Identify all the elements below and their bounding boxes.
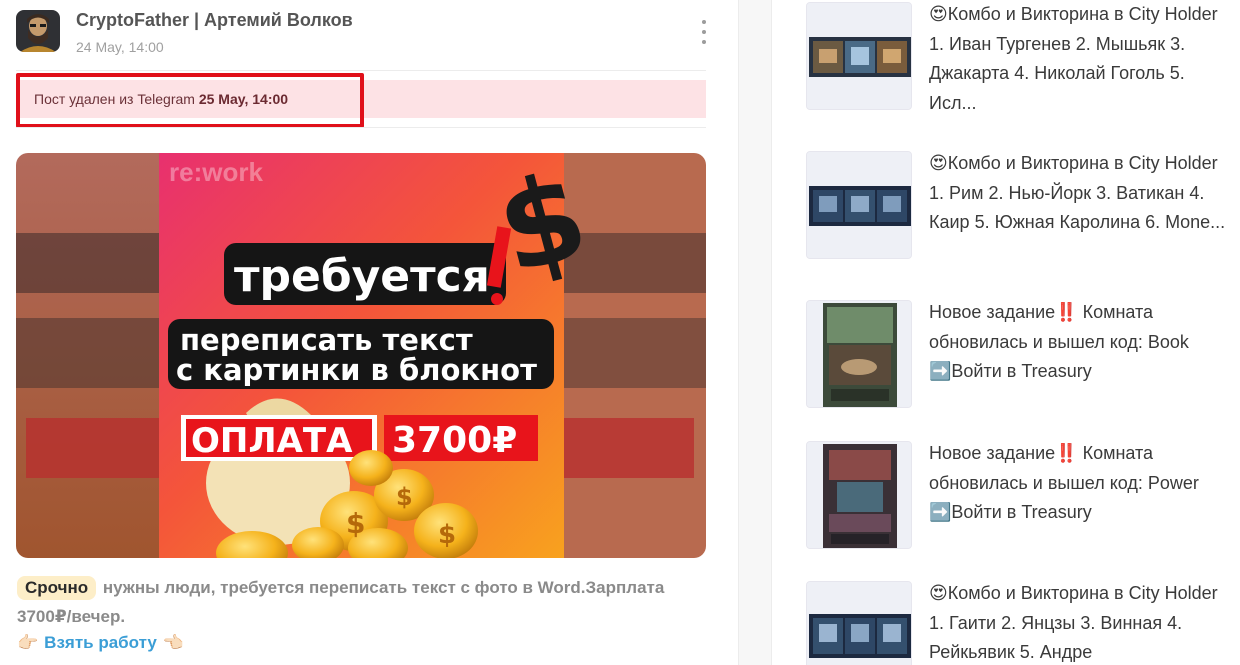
feed-item-text[interactable]: Новое задание‼️ Комната обновилась и выш… xyxy=(929,298,1229,387)
feed-item[interactable]: 😍Комбо и Викторина в City Holder 1. Рим … xyxy=(806,151,1240,261)
feed-item-thumbnail[interactable] xyxy=(806,151,912,259)
banner-pay-label: ОПЛАТА xyxy=(191,421,353,461)
feed-item-text[interactable]: 😍Комбо и Викторина в City Holder 1. Гаит… xyxy=(929,579,1229,665)
pointing-right-icon: 👉🏻 xyxy=(17,633,39,652)
urgent-tag: Срочно xyxy=(17,576,97,600)
post-body: Срочно нужны люди, требуется переписать … xyxy=(17,573,707,631)
column-separator xyxy=(738,0,772,665)
deleted-notice-text: Пост удален из Telegram 25 May, 14:00 xyxy=(34,91,288,107)
svg-text:$: $ xyxy=(346,507,365,540)
svg-text:$: $ xyxy=(396,483,413,511)
deleted-notice-prefix: Пост удален из Telegram xyxy=(34,91,199,107)
deleted-notice-date: 25 May, 14:00 xyxy=(198,91,289,107)
divider xyxy=(16,70,706,71)
banner-headline: требуется xyxy=(234,251,490,302)
banner-subline-2: с картинки в блокнот xyxy=(176,353,537,387)
banner-pay-amount: 3700₽ xyxy=(392,420,517,461)
feed-item[interactable]: Новое задание‼️ Комната обновилась и выш… xyxy=(806,441,1240,551)
more-options-icon[interactable] xyxy=(694,20,714,44)
post-card: CryptoFather | Артемий Волков 24 May, 14… xyxy=(0,0,740,665)
feed-item[interactable]: Новое задание‼️ Комната обновилась и выш… xyxy=(806,300,1240,410)
take-job-link[interactable]: Взять работу xyxy=(38,633,163,652)
feed-item[interactable]: 😍Комбо и Викторина в City Holder 1. Иван… xyxy=(806,2,1240,113)
svg-text:$: $ xyxy=(438,520,456,550)
post-timestamp: 24 May, 14:00 xyxy=(76,39,164,55)
banner-subline-1: переписать текст xyxy=(180,323,473,357)
feed-item-thumbnail[interactable] xyxy=(806,2,912,110)
related-posts-feed: 😍Комбо и Викторина в City Holder 1. Иван… xyxy=(772,0,1240,665)
feed-item-text[interactable]: Новое задание‼️ Комната обновилась и выш… xyxy=(929,439,1229,528)
author-name[interactable]: CryptoFather | Артемий Волков xyxy=(76,10,353,31)
feed-item[interactable]: 😍Комбо и Викторина в City Holder 1. Гаит… xyxy=(806,581,1240,665)
brand-watermark: re:work xyxy=(169,157,263,187)
divider xyxy=(16,127,706,128)
author-avatar[interactable] xyxy=(16,10,60,52)
feed-item-thumbnail[interactable] xyxy=(806,300,912,408)
feed-item-thumbnail[interactable] xyxy=(806,441,912,549)
take-job-cta: 👉🏻 Взять работу 👈🏻 xyxy=(17,630,184,656)
post-body-text: нужны люди, требуется переписать текст с… xyxy=(17,578,665,626)
post-image[interactable]: re:work $ требуется переписать текст с к… xyxy=(16,153,706,558)
pointing-left-icon: 👈🏻 xyxy=(162,633,184,652)
feed-item-text[interactable]: 😍Комбо и Викторина в City Holder 1. Иван… xyxy=(929,0,1229,118)
feed-item-thumbnail[interactable] xyxy=(806,581,912,665)
feed-item-text[interactable]: 😍Комбо и Викторина в City Holder 1. Рим … xyxy=(929,149,1229,238)
